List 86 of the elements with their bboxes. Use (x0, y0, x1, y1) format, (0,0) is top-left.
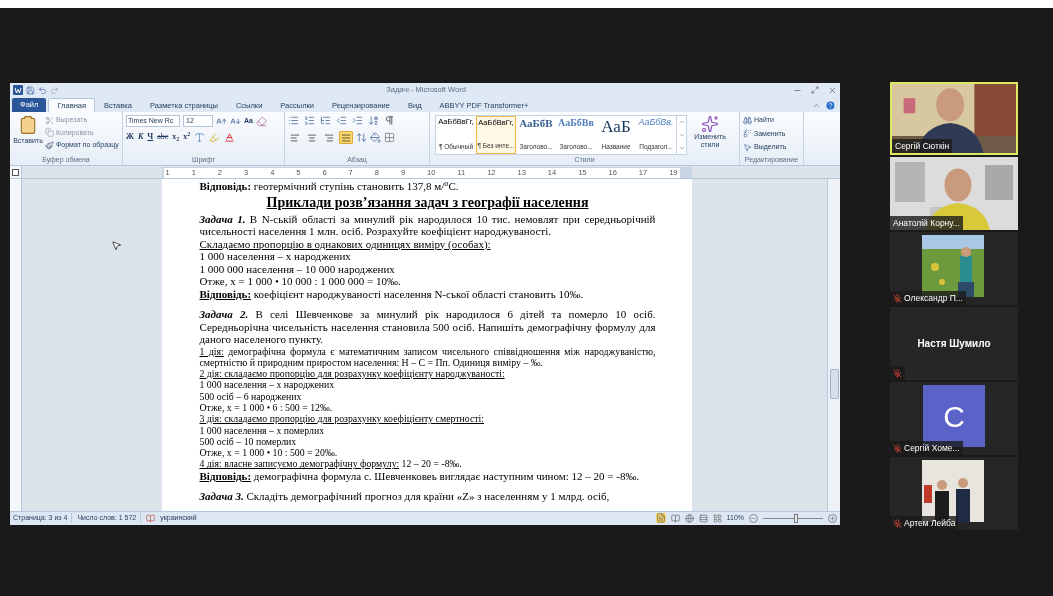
word-logo-icon (13, 85, 23, 95)
align-button[interactable] (288, 131, 302, 144)
align-button[interactable] (339, 131, 353, 144)
font-format-button[interactable]: Ч (147, 131, 154, 143)
paragraph: 3 дія: складаємо пропорцію для розрахунку коефіцієнту смертності: (199, 413, 485, 425)
align-icon (324, 132, 334, 143)
font-format-button[interactable]: К (137, 131, 144, 143)
align-icon (307, 132, 317, 143)
paragraph: 1 000 населення – х померлих (199, 424, 326, 436)
multilevel-list-icon[interactable] (320, 115, 331, 126)
eraser-icon[interactable] (255, 115, 267, 127)
document-heading: Приклади розв’язання задач з географії населення (265, 193, 590, 212)
paragraph: 1 000 000 населення – 10 000 народжених (199, 262, 396, 275)
paintbrush-icon (45, 140, 54, 150)
font-color-icon[interactable] (224, 131, 236, 143)
paragraph: Отже, х = 1 000 • 10 : 500 = 20‰. (199, 447, 339, 459)
paragraph: Складаємо пропорцію в однакових одиницях виміру (особах): (199, 237, 492, 250)
font-format-button[interactable]: abc (157, 131, 169, 143)
increase-indent-icon[interactable] (352, 115, 363, 126)
font-format-button[interactable]: x$_{2}$ (172, 131, 180, 143)
paragraph: 1 000 населення – х народжених (199, 379, 336, 391)
paragraph: Відповідь: коефіцієнт народжуваності населення N-ської області становить 10‰. (199, 287, 585, 300)
bullets-icon[interactable] (288, 115, 299, 126)
paragraph: Отже, х = 1 000 • 6 : 500 = 12‰. (199, 402, 334, 414)
scroll-down-icon[interactable] (677, 131, 686, 139)
participant-name: Сергій Сюткін (895, 139, 950, 153)
sort-icon[interactable] (368, 115, 379, 126)
align-icon (341, 132, 351, 143)
grow-font-icon[interactable] (216, 115, 227, 127)
collapse-ribbon-icon[interactable] (812, 101, 821, 110)
font-format-button[interactable]: Ж (126, 131, 134, 143)
paragraph: Відповідь: геотермічний ступінь становить 137,8 м/$^{о}$С. (199, 180, 460, 193)
save-icon[interactable] (26, 85, 35, 95)
replace-icon (743, 129, 752, 139)
paragraph: 500 осіб – 10 померлих (199, 435, 297, 448)
styles-icon (701, 115, 719, 133)
pointer-icon (743, 142, 752, 152)
paragraph: Відповідь: демографічна формула с. Шевченковеь виглядає наступним чином: 12 – 20 = -8‰. (199, 469, 641, 483)
paragraph: 1 000 населення – х народжених (199, 250, 352, 263)
clipboard-icon (18, 115, 38, 135)
decrease-indent-icon[interactable] (336, 115, 347, 126)
reading-view-icon[interactable] (670, 513, 680, 523)
participant-name: Анатолій Корну... (893, 216, 960, 230)
align-icon (290, 132, 300, 143)
shrink-font-icon[interactable] (230, 115, 241, 127)
zoom-in-icon[interactable] (828, 513, 837, 523)
close-icon[interactable] (828, 85, 837, 95)
paragraph: Задача 2. В селі Шевченкове за минулий рік народилося 6 дітей та померло 10 осіб. Середньорічна чисельність населення становила 500 осіб. Напишіть демографічну формулу для даного населеного пункту. (199, 308, 656, 346)
paragraph: 2 дія: складаємо пропорцію для розрахунку коефіцієнту народжуваності: (199, 368, 506, 380)
redo-icon[interactable] (50, 85, 59, 95)
pilcrow-icon[interactable] (384, 115, 395, 126)
text-effects-icon[interactable] (194, 131, 206, 143)
paragraph: 500 осіб – 6 народжених (199, 390, 303, 402)
participant-name: Артем Лейба (904, 516, 956, 530)
paragraph: 4 дія: власне записуємо демографічну формулу: 12 – 20 = -8‰. (199, 458, 463, 470)
mouse-cursor-icon (111, 240, 122, 251)
line-spacing-icon[interactable] (356, 132, 367, 143)
paragraph: 1 дія: демографічна формула є математичним записом чисельного співвідношення між народжуваністю, смертністю й природним приростом населення: Н – С = Пп. Одиниця виміру – ‰. (199, 345, 656, 369)
align-button[interactable] (305, 131, 319, 144)
restore-icon[interactable] (811, 86, 819, 94)
web-layout-icon[interactable] (684, 513, 694, 523)
proofing-icon[interactable] (146, 513, 156, 523)
scissors-icon (45, 115, 54, 125)
video-tile[interactable]: Анатолій Корну... (890, 157, 1018, 230)
video-tile[interactable]: Сергій Сюткін (890, 82, 1018, 155)
numbering-icon[interactable] (304, 115, 315, 126)
participant-name: Олександр П... (904, 291, 963, 305)
outline-icon[interactable] (698, 513, 708, 523)
zoom-thumb[interactable] (794, 513, 798, 523)
paragraph: Задача 3. Складіть демографічний прогноз для країни «Z» з населенням у 1 млрд. осіб, (199, 490, 611, 503)
scrollbar[interactable] (827, 179, 840, 511)
paragraph: Задача 1. В N-ській області за минулий рік народилося 10 тис. немовлят при середньорічній чисельності населення 1 млн. осіб. Розрахуйте коефіцієнт народжуваності. (199, 212, 656, 238)
borders-icon[interactable] (384, 132, 395, 143)
paragraph: Отже, х = 1 000 • 10 000 : 1 000 000 = 10‰. (199, 275, 402, 288)
align-button[interactable] (322, 131, 336, 144)
paint-bucket-icon[interactable] (370, 132, 381, 143)
participant-name: Настя Шумило (917, 337, 991, 351)
font-format-button[interactable]: x$^{2}$ (183, 131, 191, 143)
video-tile[interactable]: Настя Шумило (890, 307, 1018, 380)
help-icon[interactable] (825, 100, 836, 111)
tab-stop-icon[interactable] (12, 168, 19, 176)
binoculars-icon (743, 115, 752, 125)
copy-icon (45, 128, 54, 138)
undo-icon[interactable] (38, 85, 47, 95)
draft-icon[interactable] (712, 513, 722, 523)
print-layout-icon[interactable] (655, 513, 666, 523)
